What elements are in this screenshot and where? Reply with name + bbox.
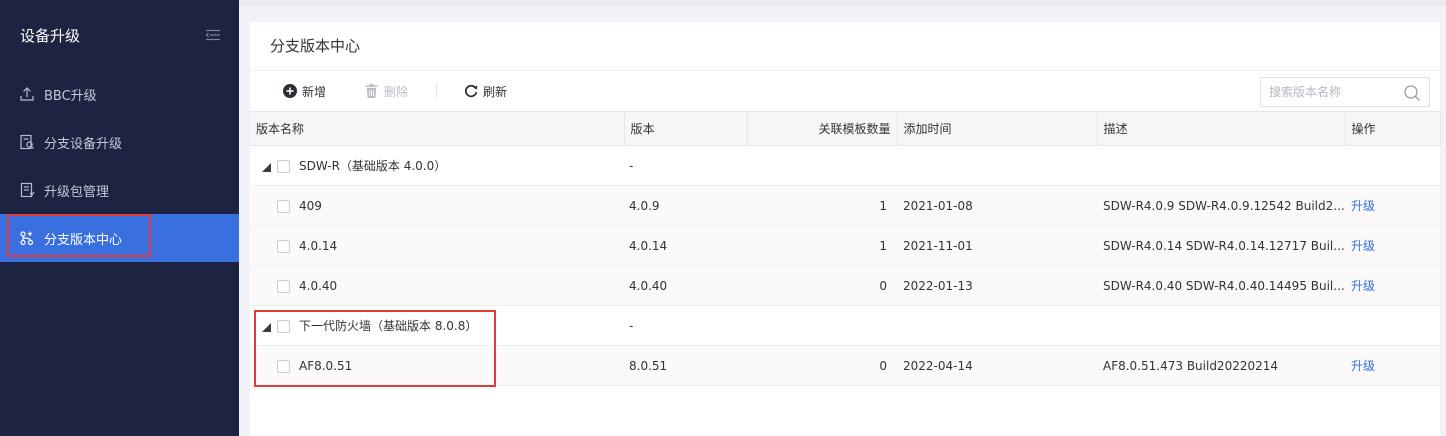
version-number: 4.0.40	[629, 278, 668, 293]
table-group-row: SDW-R（基础版本 4.0.0） -	[250, 146, 1440, 186]
template-count: 0	[879, 278, 887, 293]
collapse-icon[interactable]	[205, 29, 221, 41]
package-icon	[18, 181, 36, 199]
version-name: 409	[299, 198, 322, 213]
column-header-name[interactable]: 版本名称	[250, 111, 625, 146]
table-row: 4.0.14 4.0.14 1 2021-11-01 SDW-R4.0.14 S…	[250, 225, 1440, 266]
upgrade-link[interactable]: 升级	[1351, 279, 1375, 293]
search-box	[1260, 77, 1430, 107]
delete-button-label: 删除	[384, 84, 409, 99]
toolbar: 新增 删除 刷新	[250, 71, 1440, 111]
row-checkbox[interactable]	[277, 239, 290, 253]
version-table: 版本名称 版本 关联模板数量 添加时间 描述 操作 SDW-R（基础版本 4.0…	[250, 111, 1441, 386]
sidebar-item-label: 分支设备升级	[44, 136, 123, 152]
added-time: 2021-11-01	[903, 238, 973, 253]
row-checkbox[interactable]	[277, 359, 290, 373]
added-time: 2022-04-14	[903, 358, 973, 373]
sidebar-item-label: 升级包管理	[44, 184, 110, 200]
column-header-version[interactable]: 版本	[624, 111, 748, 146]
row-checkbox[interactable]	[277, 320, 290, 333]
version-name: AF8.0.51	[299, 358, 353, 373]
group-name: 下一代防火墙（基础版本 8.0.8）	[299, 319, 478, 333]
collapse-triangle-icon[interactable]	[262, 322, 272, 332]
upgrade-link[interactable]: 升级	[1351, 199, 1375, 213]
sidebar-item-label: BBC升级	[44, 88, 97, 104]
upgrade-link[interactable]: 升级	[1351, 239, 1375, 253]
version-number: 4.0.9	[629, 198, 660, 213]
row-checkbox[interactable]	[277, 160, 290, 173]
group-version: -	[629, 158, 634, 173]
add-button[interactable]: 新增	[282, 83, 326, 100]
device-search-icon	[18, 133, 36, 151]
refresh-button-label: 刷新	[483, 84, 508, 99]
description: SDW-R4.0.40 SDW-R4.0.40.14495 Buil...	[1103, 278, 1345, 293]
sidebar-item-package-management[interactable]: 升级包管理	[0, 166, 239, 214]
description: SDW-R4.0.14 SDW-R4.0.14.12717 Buil...	[1103, 238, 1345, 253]
version-number: 8.0.51	[629, 358, 668, 373]
group-version: -	[629, 318, 634, 333]
template-count: 1	[879, 238, 887, 253]
added-time: 2021-01-08	[903, 198, 973, 213]
sidebar-item-branch-device-upgrade[interactable]: 分支设备升级	[0, 118, 239, 166]
group-name: SDW-R（基础版本 4.0.0）	[299, 159, 447, 173]
column-header-description[interactable]: 描述	[1097, 111, 1346, 146]
top-strip	[239, 0, 1446, 6]
page-title: 分支版本中心	[250, 22, 1440, 71]
column-header-actions: 操作	[1345, 111, 1441, 146]
sidebar: 设备升级 BBC升级 分支设备升级 升级包管理 分支版本中心	[0, 0, 239, 436]
template-count: 1	[879, 198, 887, 213]
version-number: 4.0.14	[629, 238, 668, 253]
upload-icon	[18, 85, 36, 103]
row-checkbox[interactable]	[277, 279, 290, 293]
table-header: 版本名称 版本 关联模板数量 添加时间 描述 操作	[250, 111, 1441, 146]
column-header-added-time[interactable]: 添加时间	[897, 111, 1098, 146]
table-row: 4.0.40 4.0.40 0 2022-01-13 SDW-R4.0.40 S…	[250, 265, 1440, 306]
upgrade-link[interactable]: 升级	[1351, 359, 1375, 373]
refresh-icon	[463, 84, 478, 99]
branch-version-icon	[18, 229, 36, 247]
description: SDW-R4.0.9 SDW-R4.0.9.12542 Build2...	[1103, 198, 1345, 213]
collapse-triangle-icon[interactable]	[262, 162, 272, 172]
column-header-template-count[interactable]: 关联模板数量	[747, 111, 898, 146]
sidebar-item-bbc-upgrade[interactable]: BBC升级	[0, 70, 239, 118]
toolbar-divider	[436, 84, 438, 98]
sidebar-header: 设备升级	[0, 0, 239, 70]
add-button-label: 新增	[302, 84, 327, 99]
search-icon[interactable]	[1403, 84, 1421, 102]
added-time: 2022-01-13	[903, 278, 973, 293]
sidebar-title: 设备升级	[20, 26, 81, 45]
sidebar-item-label: 分支版本中心	[44, 232, 123, 248]
version-name: 4.0.14	[299, 238, 338, 253]
plus-circle-icon	[282, 84, 297, 99]
template-count: 0	[879, 358, 887, 373]
description: AF8.0.51.473 Build20220214	[1103, 358, 1279, 373]
search-input[interactable]	[1269, 85, 1399, 99]
main-panel: 分支版本中心 新增 删除 刷新 搜索版本名称 版本名称 版本 关联模板数量 添加…	[250, 22, 1441, 436]
table-group-row: 下一代防火墙（基础版本 8.0.8） -	[250, 306, 1440, 346]
trash-icon	[364, 84, 379, 99]
delete-button[interactable]: 删除	[364, 83, 408, 100]
version-name: 4.0.40	[299, 278, 338, 293]
table-row: AF8.0.51 8.0.51 0 2022-04-14 AF8.0.51.47…	[250, 345, 1440, 386]
refresh-button[interactable]: 刷新	[463, 83, 507, 100]
row-checkbox[interactable]	[277, 199, 290, 213]
sidebar-item-branch-version-center[interactable]: 分支版本中心	[0, 214, 239, 262]
table-row: 409 4.0.9 1 2021-01-08 SDW-R4.0.9 SDW-R4…	[250, 185, 1440, 226]
